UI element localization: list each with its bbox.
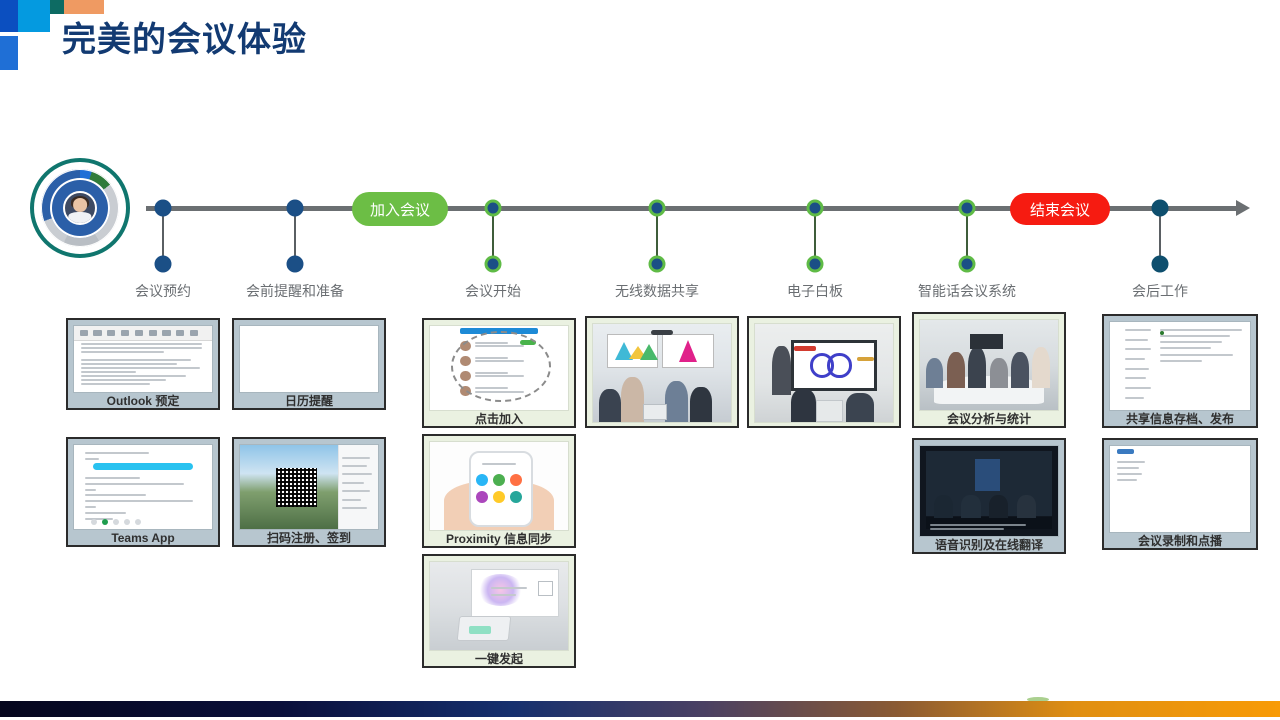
- timeline-label-5: 电子白板: [787, 283, 843, 299]
- feature-card-9[interactable]: 共享信息存档、发布: [1102, 314, 1258, 428]
- avatar-body: [68, 212, 92, 223]
- feature-card-caption: 共享信息存档、发布: [1125, 411, 1234, 426]
- feature-card-caption: Proximity 信息同步: [445, 531, 553, 546]
- feature-card-caption: Teams App: [111, 530, 175, 545]
- feature-card-8[interactable]: 会议分析与统计: [912, 312, 1066, 428]
- timeline-node-3-top[interactable]: [484, 199, 502, 217]
- timeline-pill-1[interactable]: 加入会议: [352, 192, 448, 226]
- timeline-label-4: 无线数据共享: [615, 283, 699, 299]
- feature-card-thumbnail: [430, 442, 568, 530]
- slide-root: 完美的会议体验 会议预约 会前提醒和准备 会议开始 无线数据共享 电子白板 智能话会议系统…: [0, 0, 1280, 720]
- feature-card-thumbnail: [430, 326, 568, 410]
- timeline-node-5-top[interactable]: [806, 199, 824, 217]
- timeline-arrow-icon: [1236, 200, 1250, 216]
- timeline-node-2-top[interactable]: [286, 199, 304, 217]
- deco-block-1: [0, 0, 18, 32]
- feature-card-thumbnail: [1110, 322, 1250, 410]
- feature-card-2[interactable]: 日历提醒: [232, 318, 386, 410]
- timeline-node-1-top[interactable]: [154, 199, 172, 217]
- feature-card-thumbnail: [430, 562, 568, 650]
- feature-card-thumbnail: [920, 320, 1058, 410]
- timeline-node-7-top[interactable]: [1151, 199, 1169, 217]
- feature-card-caption: Outlook 预定: [106, 393, 180, 408]
- feature-card-thumbnail: [920, 446, 1058, 536]
- feature-card-caption: 会议录制和点播: [1137, 533, 1222, 548]
- feature-card-5[interactable]: 点击加入: [422, 318, 576, 428]
- feature-card-12[interactable]: Proximity 信息同步: [422, 434, 576, 548]
- feature-card-thumbnail: [74, 445, 212, 529]
- deco-block-5: [0, 36, 18, 70]
- feature-card-caption: 会议分析与统计: [946, 411, 1031, 426]
- feature-card-thumbnail: [240, 326, 378, 392]
- timeline-node-4-bot[interactable]: [648, 255, 666, 273]
- meeting-experience-logo: [30, 158, 130, 258]
- deco-block-4: [64, 0, 104, 14]
- timeline-pill-2[interactable]: 结束会议: [1010, 193, 1110, 225]
- feature-card-caption: 日历提醒: [284, 393, 333, 408]
- timeline-node-1-bot[interactable]: [154, 255, 172, 273]
- deco-block-3: [50, 0, 64, 14]
- feature-card-caption: 语音识别及在线翻译: [934, 537, 1043, 552]
- avatar-head: [73, 198, 87, 212]
- timeline-node-6-top[interactable]: [958, 199, 976, 217]
- feature-card-3[interactable]: Teams App: [66, 437, 220, 547]
- feature-card-11[interactable]: 会议录制和点播: [1102, 438, 1258, 550]
- timeline-node-2-bot[interactable]: [286, 255, 304, 273]
- feature-card-thumbnail: [593, 324, 731, 422]
- timeline-label-2: 会前提醒和准备: [246, 283, 344, 299]
- timeline-node-7-bot[interactable]: [1151, 255, 1169, 273]
- feature-card-1[interactable]: Outlook 预定: [66, 318, 220, 410]
- timeline-node-3-bot[interactable]: [484, 255, 502, 273]
- feature-card-4[interactable]: 扫码注册、签到: [232, 437, 386, 547]
- timeline-label-1: 会议预约: [135, 283, 191, 299]
- timeline-label-3: 会议开始: [465, 283, 521, 299]
- timeline-label-6: 智能话会议系统: [918, 283, 1016, 299]
- timeline-node-4-top[interactable]: [648, 199, 666, 217]
- timeline-node-6-bot[interactable]: [958, 255, 976, 273]
- feature-card-6[interactable]: [585, 316, 739, 428]
- feature-card-caption: 扫码注册、签到: [266, 530, 351, 545]
- deco-block-2: [18, 0, 50, 32]
- avatar: [63, 191, 97, 225]
- feature-card-7[interactable]: [747, 316, 901, 428]
- feature-card-thumbnail: [1110, 446, 1250, 532]
- feature-card-thumbnail: [240, 445, 378, 529]
- page-title: 完美的会议体验: [62, 21, 307, 59]
- timeline-node-5-bot[interactable]: [806, 255, 824, 273]
- feature-card-thumbnail: [74, 326, 212, 392]
- feature-card-caption: 点击加入: [474, 411, 523, 426]
- feature-card-10[interactable]: 语音识别及在线翻译: [912, 438, 1066, 554]
- footer-gradient-bar: [0, 701, 1280, 717]
- feature-card-13[interactable]: 一键发起: [422, 554, 576, 668]
- feature-card-thumbnail: [755, 324, 893, 422]
- timeline-label-7: 会后工作: [1132, 283, 1188, 299]
- feature-card-caption: 一键发起: [474, 651, 523, 666]
